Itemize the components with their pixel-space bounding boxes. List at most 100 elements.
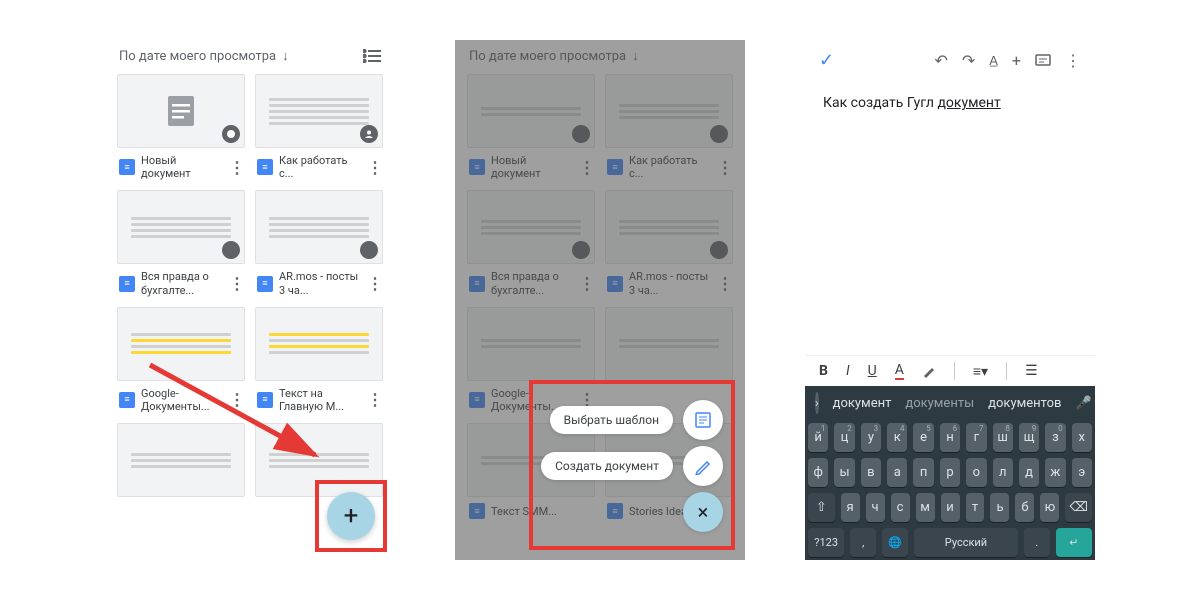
keyboard: › документ документы документов 🎤 й1ц2у3… [805, 386, 1095, 560]
text-color-button[interactable]: A [895, 362, 904, 380]
sort-header: По дате моего просмотра↓ [455, 40, 745, 74]
numeric-key[interactable]: ?123 [808, 528, 844, 557]
bold-button[interactable]: B [819, 363, 828, 379]
suggestion[interactable]: документов [988, 396, 1061, 411]
backspace-key[interactable]: ⌫ [1065, 493, 1092, 522]
key-ш[interactable]: ш8 [993, 423, 1013, 452]
doc-card[interactable]: ≡Новый документ⋮ [117, 74, 245, 182]
keyboard-row: й1ц2у3к4е5н6г7ш8щ9з0х [805, 420, 1095, 455]
key-д[interactable]: д [1019, 458, 1039, 487]
sort-header[interactable]: По дате моего просмотра ↓ [105, 40, 395, 74]
key-ж[interactable]: ж [1045, 458, 1065, 487]
expand-suggestions-icon[interactable]: › [815, 392, 819, 414]
key-й[interactable]: й1 [808, 423, 828, 452]
underline-button[interactable]: U [868, 363, 877, 379]
insert-plus-icon[interactable]: + [1012, 51, 1021, 70]
key-и[interactable]: и [941, 493, 960, 522]
undo-icon[interactable]: ↶ [934, 51, 947, 70]
shared-badge-icon [360, 125, 378, 143]
key-в[interactable]: в [861, 458, 881, 487]
close-speed-dial-button[interactable]: × [683, 492, 723, 532]
key-ц[interactable]: ц2 [834, 423, 854, 452]
suggestion-bar: › документ документы документов 🎤 [805, 386, 1095, 420]
key-ы[interactable]: ы [834, 458, 854, 487]
key-н[interactable]: н6 [940, 423, 960, 452]
key-э[interactable]: э [1072, 458, 1092, 487]
done-check-icon[interactable]: ✓ [819, 50, 834, 71]
view-list-icon[interactable] [363, 49, 381, 63]
key-ь[interactable]: ь [990, 493, 1009, 522]
key-з[interactable]: з0 [1045, 423, 1065, 452]
suggestion[interactable]: документы [905, 396, 974, 411]
panel-docs-list: По дате моего просмотра ↓ ≡Новый докумен… [105, 40, 395, 560]
sort-label: По дате моего просмотра [469, 49, 626, 64]
choose-template-button[interactable]: Выбрать шаблон [550, 406, 673, 434]
blank-doc-icon [160, 90, 202, 132]
key-к[interactable]: к4 [887, 423, 907, 452]
key-ч[interactable]: ч [866, 493, 885, 522]
enter-key[interactable]: ↵ [1056, 528, 1092, 557]
doc-card[interactable]: ≡ Текст на Главную М... ⋮ [255, 307, 383, 415]
fab-highlight: + [315, 480, 387, 552]
doc-card[interactable] [117, 423, 245, 505]
globe-key[interactable]: 🌐 [882, 528, 908, 557]
space-key[interactable]: Русский [914, 528, 1018, 557]
docs-app-icon: ≡ [257, 392, 273, 408]
key-я[interactable]: я [841, 493, 860, 522]
template-icon[interactable] [683, 400, 723, 440]
key-т[interactable]: т [966, 493, 985, 522]
key-п[interactable]: п [913, 458, 933, 487]
document-body[interactable]: Как создать Гугл документ [805, 81, 1095, 125]
key-р[interactable]: р [940, 458, 960, 487]
doc-text-underlined: документ [937, 95, 1000, 111]
docs-app-icon: ≡ [257, 276, 273, 292]
doc-more-icon[interactable]: ⋮ [229, 274, 243, 293]
doc-card[interactable]: ≡AR.mos - посты 3 ча...⋮ [255, 190, 383, 298]
doc-card[interactable]: ≡Вся правда о бухгалте...⋮ [117, 190, 245, 298]
suggestion[interactable]: документ [833, 396, 892, 411]
key-х[interactable]: х [1072, 423, 1092, 452]
mic-icon[interactable]: 🎤 [1075, 396, 1091, 411]
doc-more-icon[interactable]: ⋮ [229, 390, 243, 409]
doc-title: AR.mos - посты 3 ча... [629, 270, 711, 296]
key-щ[interactable]: щ9 [1019, 423, 1039, 452]
dot-key[interactable]: . [1024, 528, 1050, 557]
pen-icon[interactable] [683, 446, 723, 486]
docs-app-icon: ≡ [119, 276, 135, 292]
comma-key[interactable]: , [850, 528, 876, 557]
speed-dial-menu: Выбрать шаблон Создать документ × [529, 380, 735, 550]
keyboard-row: фывапролджэ [805, 455, 1095, 490]
key-ю[interactable]: ю [1040, 493, 1059, 522]
shared-badge-icon [222, 241, 240, 259]
doc-more-icon[interactable]: ⋮ [367, 158, 381, 177]
key-а[interactable]: а [887, 458, 907, 487]
key-б[interactable]: б [1015, 493, 1034, 522]
text-format-icon[interactable]: A̲ [989, 53, 998, 69]
redo-icon[interactable]: ↷ [962, 51, 975, 70]
list-button[interactable]: ☰ [1025, 363, 1038, 379]
doc-title: Текст на Главную М... [279, 387, 361, 413]
fab-new-button[interactable]: + [327, 492, 375, 540]
doc-card[interactable]: ≡Google-Документы...⋮ [117, 307, 245, 415]
doc-more-icon[interactable]: ⋮ [229, 158, 243, 177]
key-м[interactable]: м [916, 493, 935, 522]
key-с[interactable]: с [891, 493, 910, 522]
doc-more-icon[interactable]: ⋮ [367, 274, 381, 293]
key-ф[interactable]: ф [808, 458, 828, 487]
key-о[interactable]: о [966, 458, 986, 487]
key-г[interactable]: г7 [966, 423, 986, 452]
doc-card[interactable]: ≡Как работать с...⋮ [255, 74, 383, 182]
highlight-button[interactable] [922, 364, 936, 378]
keyboard-bottom-row: ?123 , 🌐 Русский . ↵ [805, 525, 1095, 560]
align-button[interactable]: ≡▾ [973, 363, 988, 380]
more-vert-icon[interactable]: ⋮ [1065, 51, 1081, 70]
create-document-button[interactable]: Создать документ [541, 452, 673, 480]
doc-more-icon[interactable]: ⋮ [367, 390, 381, 409]
key-е[interactable]: е5 [913, 423, 933, 452]
comment-icon[interactable] [1035, 53, 1051, 69]
key-л[interactable]: л [993, 458, 1013, 487]
shift-key[interactable]: ⇧ [808, 493, 835, 522]
docs-app-icon: ≡ [119, 159, 135, 175]
key-у[interactable]: у3 [861, 423, 881, 452]
italic-button[interactable]: I [846, 363, 850, 379]
